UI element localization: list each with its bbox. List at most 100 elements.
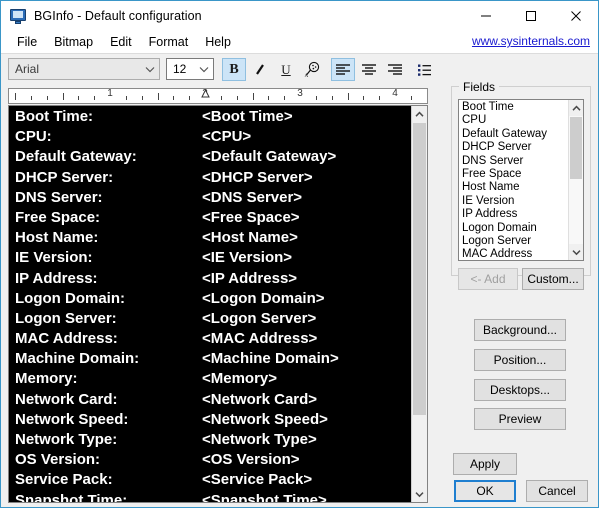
editor-line-value: <DHCP Server>	[202, 168, 313, 186]
monitor-icon	[10, 8, 26, 24]
editor-line: Network Type: <Network Type>	[9, 430, 413, 450]
editor-line-value: <Network Speed>	[202, 410, 328, 428]
field-list-item[interactable]: Boot Time	[462, 101, 569, 114]
fields-listbox[interactable]: Boot Time CPU Default Gateway DHCP Server DN…	[458, 99, 584, 261]
font-family-value: Arial	[15, 62, 40, 76]
font-family-select[interactable]: Arial	[8, 58, 160, 80]
ruler[interactable]: 1234	[8, 88, 428, 104]
field-list-item[interactable]: IE Version	[462, 195, 569, 208]
field-list-item[interactable]: Free Space	[462, 168, 569, 181]
editor-line-value: <Free Space>	[202, 208, 300, 226]
scroll-up-icon[interactable]	[569, 100, 583, 116]
align-right-button[interactable]	[383, 58, 407, 81]
svg-text:A: A	[305, 74, 309, 79]
ruler-tick	[173, 96, 175, 100]
field-list-item[interactable]: DHCP Server	[462, 141, 569, 154]
field-list-item[interactable]: MAC Address	[462, 248, 569, 260]
close-icon[interactable]	[553, 1, 598, 31]
editor-line-label: Boot Time:	[15, 108, 94, 125]
editor-line: Free Space: <Free Space>	[9, 208, 413, 228]
field-list-item[interactable]: DNS Server	[462, 155, 569, 168]
editor-line-label: Free Space:	[15, 208, 101, 226]
editor-line-value: <IE Version>	[202, 249, 293, 267]
editor-line: Logon Domain: <Logon Domain>	[9, 289, 413, 309]
ruler-tick	[125, 96, 127, 100]
editor-line: DNS Server: <DNS Server>	[9, 188, 413, 208]
editor-line-value: <Service Pack>	[202, 471, 313, 489]
ruler-tick	[268, 96, 270, 100]
editor-line-label: OS Version:	[15, 451, 101, 469]
font-size-value: 12	[173, 62, 187, 76]
font-size-select[interactable]: 12	[166, 58, 214, 80]
chevron-down-icon	[195, 66, 213, 73]
menu-item-edit[interactable]: Edit	[102, 33, 140, 51]
scroll-down-icon[interactable]	[569, 244, 583, 260]
chevron-down-icon	[141, 66, 159, 73]
editor-line-label: CPU:	[15, 128, 52, 146]
sysinternals-link[interactable]: www.sysinternals.com	[472, 34, 590, 48]
menu-item-bitmap[interactable]: Bitmap	[46, 33, 101, 51]
scroll-down-icon[interactable]	[412, 486, 427, 502]
editor-line-value: <Machine Domain>	[202, 350, 339, 368]
fields-scrollbar[interactable]	[568, 100, 583, 260]
ruler-tick	[363, 96, 365, 100]
menu-item-help[interactable]: Help	[197, 33, 239, 51]
align-center-button[interactable]	[357, 58, 381, 81]
ruler-tick	[46, 96, 48, 100]
formatting-toolbar: Arial 12 B U A	[1, 53, 598, 86]
underline-button[interactable]: U	[274, 58, 298, 81]
field-list-item[interactable]: Host Name	[462, 181, 569, 194]
ruler-tick	[30, 96, 32, 100]
ruler-tick	[252, 93, 254, 100]
editor-line: Network Card: <Network Card>	[9, 390, 413, 410]
background-button[interactable]: Background...	[474, 319, 566, 341]
editor-line-value: <IP Address>	[202, 269, 298, 287]
ok-button[interactable]: OK	[454, 480, 516, 502]
editor-line-value: <MAC Address>	[202, 330, 318, 348]
align-left-button[interactable]	[331, 58, 355, 81]
editor-line-label: Logon Server:	[15, 309, 117, 327]
desktops-button[interactable]: Desktops...	[474, 379, 566, 401]
editor-line: Snapshot Time: <Snapshot Time>	[9, 491, 413, 502]
text-editor[interactable]: Boot Time: <Boot Time> CPU: <CPU> Default Ga…	[8, 105, 428, 503]
menu-item-format[interactable]: Format	[141, 33, 197, 51]
ruler-tick	[315, 96, 317, 100]
ruler-tick	[157, 93, 159, 100]
scrollbar-thumb[interactable]	[570, 117, 582, 179]
editor-line-label: DHCP Server:	[15, 168, 114, 186]
field-list-item[interactable]: Logon Server	[462, 235, 569, 248]
minimize-icon[interactable]	[463, 1, 508, 31]
ruler-tick	[331, 96, 333, 100]
ruler-tick	[78, 96, 80, 100]
editor-line: Memory: <Memory>	[9, 369, 413, 389]
editor-content[interactable]: Boot Time: <Boot Time> CPU: <CPU> Default Ga…	[9, 106, 413, 502]
maximize-icon[interactable]	[508, 1, 553, 31]
scrollbar-thumb[interactable]	[413, 123, 426, 415]
field-list-item[interactable]: Default Gateway	[462, 128, 569, 141]
custom-field-button[interactable]: Custom...	[522, 268, 584, 290]
bginfo-window: BGInfo - Default configuration File Bitm…	[0, 0, 599, 508]
scroll-up-icon[interactable]	[412, 106, 427, 122]
bullet-list-button[interactable]	[413, 58, 437, 81]
add-field-button[interactable]: <- Add	[458, 268, 518, 290]
menu-item-file[interactable]: File	[9, 33, 45, 51]
field-list-item[interactable]: CPU	[462, 114, 569, 127]
editor-line-label: Machine Domain:	[15, 350, 140, 368]
window-title: BGInfo - Default configuration	[34, 9, 202, 23]
editor-line-value: <Default Gateway>	[202, 148, 337, 166]
cancel-button[interactable]: Cancel	[526, 480, 588, 502]
editor-scrollbar[interactable]	[411, 106, 427, 502]
field-list-item[interactable]: Logon Domain	[462, 222, 569, 235]
apply-button[interactable]: Apply	[453, 453, 517, 475]
text-color-button[interactable]: A	[300, 58, 324, 81]
editor-line-label: Network Type:	[15, 431, 118, 448]
bold-button[interactable]: B	[222, 58, 246, 81]
editor-line-value: <Host Name>	[202, 229, 298, 247]
ruler-tab-stop[interactable]	[201, 89, 210, 103]
position-button[interactable]: Position...	[474, 349, 566, 371]
window-controls	[463, 1, 598, 31]
editor-line-label: Host Name:	[15, 229, 99, 247]
italic-button[interactable]	[248, 58, 272, 81]
field-list-item[interactable]: IP Address	[462, 208, 569, 221]
preview-button[interactable]: Preview	[474, 408, 566, 430]
